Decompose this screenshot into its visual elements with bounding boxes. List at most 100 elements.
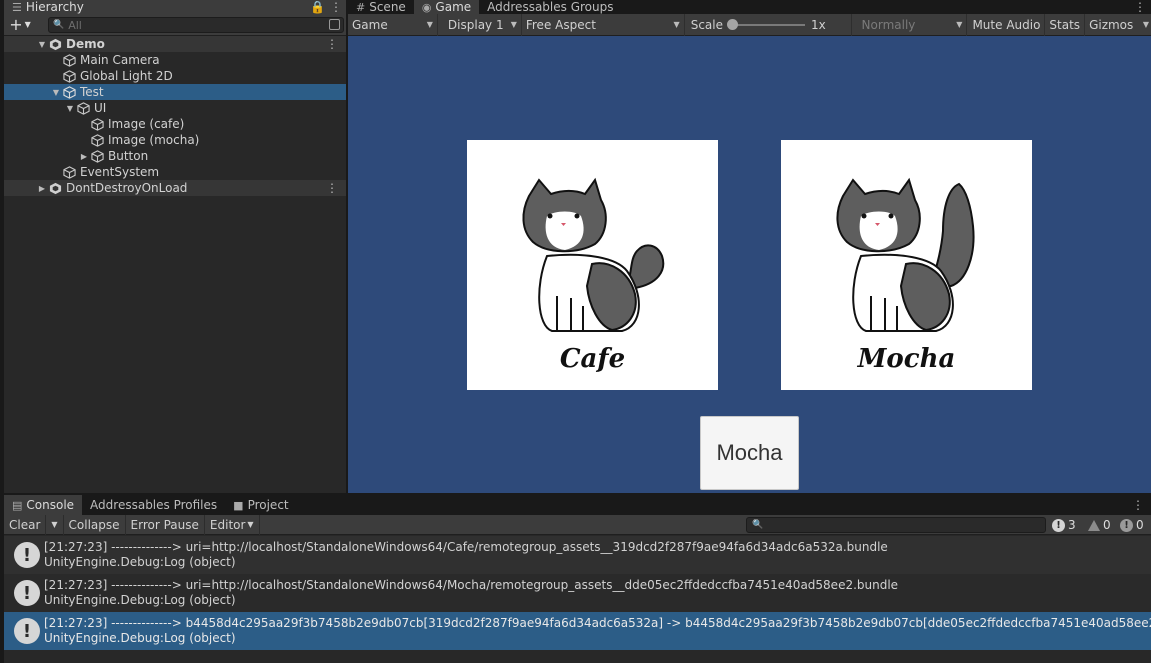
expand-arrow-icon[interactable]: ▶ — [36, 184, 48, 193]
log-count: 3 — [1068, 518, 1076, 532]
expand-arrow-icon[interactable]: ▶ — [78, 152, 90, 161]
scale-control[interactable]: Scale 1x — [685, 13, 852, 36]
image-mocha: Mocha — [781, 140, 1032, 390]
scale-label: Scale — [690, 17, 723, 32]
hierarchy-tree: ▼ Demo ⋮ Main Camera Global Light 2D ▼ T… — [4, 36, 346, 196]
card-caption-cafe: Cafe — [559, 344, 626, 374]
view-mode-dropdown[interactable]: Game ▼ — [348, 13, 438, 36]
stats-toggle[interactable]: Stats — [1045, 13, 1086, 36]
editor-label: Editor — [209, 517, 246, 532]
display-dropdown[interactable]: Display 1 ▼ — [438, 13, 522, 36]
console-icon: ▤ — [12, 498, 23, 512]
tab-label: Addressables Groups — [487, 0, 614, 14]
warning-count-toggle[interactable]: 0 — [1088, 517, 1111, 533]
mocha-button[interactable]: Mocha — [700, 416, 799, 490]
hierarchy-item-label: Test — [80, 85, 104, 99]
gameobject-icon — [62, 53, 76, 67]
tab-console[interactable]: ▤ Console — [4, 495, 83, 515]
search-icon: 🔍 — [53, 20, 65, 30]
expand-arrow-icon[interactable]: ▼ — [64, 104, 76, 113]
tab-hierarchy-label: Hierarchy — [25, 0, 84, 14]
gameobject-icon — [62, 85, 76, 99]
scale-value: 1x — [811, 17, 826, 32]
gameobject-icon — [76, 101, 90, 115]
hierarchy-item-test[interactable]: ▼ Test — [4, 84, 346, 100]
hierarchy-item-label: Global Light 2D — [80, 69, 173, 83]
tab-scene[interactable]: # Scene — [348, 0, 414, 14]
chevron-down-icon: ▼ — [956, 20, 963, 29]
hierarchy-item-global-light-2d[interactable]: Global Light 2D — [4, 68, 346, 84]
console-search-input[interactable]: 🔍 — [746, 517, 1046, 533]
gameobject-icon — [90, 117, 104, 131]
chevron-down-icon: ▼ — [426, 20, 433, 29]
expand-arrow-icon[interactable]: ▼ — [50, 88, 62, 97]
log-info-icon: ! — [14, 580, 40, 606]
aspect-dropdown[interactable]: Free Aspect ▼ — [522, 13, 685, 36]
scale-slider-knob[interactable] — [727, 18, 738, 30]
hierarchy-item-label: EventSystem — [80, 165, 160, 179]
hierarchy-item-image-mocha[interactable]: Image (mocha) — [4, 132, 346, 148]
hierarchy-panel: ☰ Hierarchy 🔒 ⋮ + ▼ 🔍 All ▼ Demo ⋮ Main … — [4, 0, 346, 493]
hierarchy-item-ui[interactable]: ▼ UI — [4, 100, 346, 116]
chevron-down-icon: ▼ — [673, 20, 680, 29]
game-panel-menu-icon[interactable]: ⋮ — [1134, 0, 1146, 14]
gizmos-dropdown[interactable]: Gizmos ▼ — [1085, 14, 1151, 36]
hierarchy-search-input[interactable]: 🔍 All — [48, 17, 344, 33]
create-button[interactable]: + ▼ — [4, 15, 36, 34]
clear-options-dropdown[interactable]: ▼ — [46, 514, 64, 535]
collapse-toggle[interactable]: Collapse — [64, 514, 126, 535]
hierarchy-item-eventsystem[interactable]: EventSystem — [4, 164, 346, 180]
log-entry[interactable]: ! [21:27:23] --------------> uri=http://… — [4, 574, 1151, 612]
error-pause-toggle[interactable]: Error Pause — [126, 514, 205, 535]
error-count-toggle[interactable]: ! 0 — [1120, 517, 1144, 533]
hierarchy-item-dontdestroyonload[interactable]: ▶ DontDestroyOnLoad ⋮ — [4, 180, 346, 196]
hierarchy-item-label: DontDestroyOnLoad — [66, 181, 188, 195]
log-entry[interactable]: ! [21:27:23] --------------> uri=http://… — [4, 536, 1151, 574]
game-view[interactable]: Cafe Mocha Mocha — [348, 36, 1151, 493]
hierarchy-item-button[interactable]: ▶ Button — [4, 148, 346, 164]
play-mode-dropdown[interactable]: Normally ▼ — [852, 13, 968, 36]
log-info-icon: ! — [14, 618, 40, 644]
mute-audio-toggle[interactable]: Mute Audio — [967, 13, 1046, 36]
scene-search-icon[interactable] — [329, 19, 340, 30]
gameobject-icon — [62, 69, 76, 83]
tab-label: Addressables Profiles — [90, 498, 218, 512]
tab-addressables-groups[interactable]: Addressables Groups — [479, 0, 621, 14]
log-count-toggle[interactable]: ! 3 — [1052, 517, 1076, 533]
chevron-down-icon: ▼ — [1142, 20, 1149, 29]
game-toolbar: Game ▼ Display 1 ▼ Free Aspect ▼ Scale 1… — [348, 13, 1151, 36]
hierarchy-menu-icon[interactable]: ⋮ — [330, 0, 342, 14]
hierarchy-item-demo[interactable]: ▼ Demo ⋮ — [4, 36, 346, 52]
view-mode-label: Game — [352, 17, 388, 32]
image-cafe: Cafe — [467, 140, 718, 390]
console-panel: ▤ Console Addressables Profiles ■ Projec… — [4, 495, 1151, 663]
hierarchy-item-image-cafe[interactable]: Image (cafe) — [4, 116, 346, 132]
tab-addressables-profiles[interactable]: Addressables Profiles — [82, 495, 225, 515]
warning-count: 0 — [1103, 518, 1111, 532]
gameobject-icon — [90, 133, 104, 147]
lock-icon[interactable]: 🔒 — [310, 0, 325, 14]
scene-menu-icon[interactable]: ⋮ — [326, 36, 338, 52]
gameobject-icon — [90, 149, 104, 163]
expand-arrow-icon[interactable]: ▼ — [36, 40, 48, 49]
log-entry[interactable]: ! [21:27:23] --------------> b4458d4c295… — [4, 612, 1151, 650]
unity-scene-icon — [48, 181, 62, 195]
console-menu-icon[interactable]: ⋮ — [1132, 498, 1144, 512]
chevron-down-icon: ▼ — [247, 520, 254, 529]
clear-button[interactable]: Clear — [4, 514, 47, 535]
editor-dropdown[interactable]: Editor ▼ — [205, 514, 260, 535]
tab-project[interactable]: ■ Project — [225, 495, 296, 515]
aspect-label: Free Aspect — [525, 17, 596, 32]
scene-menu-icon[interactable]: ⋮ — [326, 180, 338, 196]
tab-label: Game — [435, 0, 472, 14]
log-message: [21:27:23] --------------> uri=http://lo… — [44, 540, 888, 554]
gameobject-icon — [62, 165, 76, 179]
hierarchy-item-main-camera[interactable]: Main Camera — [4, 52, 346, 68]
search-placeholder: All — [68, 18, 82, 32]
tab-game[interactable]: ◉ Game — [413, 0, 480, 14]
tab-hierarchy[interactable]: ☰ Hierarchy — [4, 0, 346, 14]
cat-cafe-icon — [522, 177, 665, 332]
hierarchy-toolbar: + ▼ 🔍 All — [4, 14, 346, 36]
unity-scene-icon — [48, 37, 62, 51]
scale-slider[interactable] — [727, 18, 805, 30]
